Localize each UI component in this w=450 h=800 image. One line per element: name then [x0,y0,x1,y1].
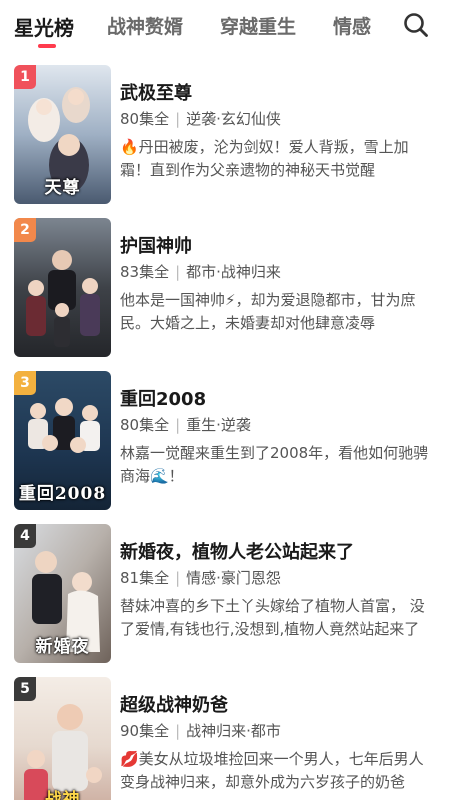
separator: | [175,110,181,128]
drama-meta: 80集全 | 重生·逆袭 [120,414,251,435]
rank-badge: 1 [14,65,36,89]
separator: | [175,569,181,587]
list-item[interactable]: 4 新婚夜 新婚夜，植物人老公站起来了 81集全 | 情感·豪门恩怨 替妹冲喜的乡下… [0,521,450,666]
genre-tags: 战神归来·都市 [186,722,281,740]
drama-description: 💋美女从垃圾堆捡回来一个男人，七年后男人变身战神归来，却意外成为六岁孩子的奶爸 [120,750,424,791]
drama-title[interactable]: 武极至尊 [120,79,192,105]
separator: | [175,263,181,281]
episode-count: 83集全 [120,263,170,281]
cover-image[interactable]: 4 新婚夜 [14,524,111,663]
drama-title[interactable]: 新婚夜，植物人老公站起来了 [120,538,354,564]
genre-tags: 都市·战神归来 [186,263,281,281]
episode-count: 90集全 [120,722,170,740]
cover-image[interactable]: 2 [14,218,111,357]
cover-title-text: 天尊 [44,178,81,198]
rank-badge: 2 [14,218,36,242]
drama-description: 林嘉一觉醒来重生到了2008年，看他如何驰骋商海🌊！ [120,444,429,485]
cover-title-text: 重回2008 [18,484,107,504]
drama-title[interactable]: 超级战神奶爸 [120,691,228,717]
drama-description: 替妹冲喜的乡下土丫头嫁给了植物人首富， 没了爱情,有钱也行,没想到,植物人竟然站… [120,597,425,638]
list-item[interactable]: 5 战神 超级战神奶爸 90集全 | 战神归来·都市 💋美女从垃圾堆捡回来一个男人，… [0,674,450,800]
episode-count: 81集全 [120,569,170,587]
drama-meta: 80集全 | 逆袭·玄幻仙侠 [120,108,281,129]
separator: | [175,416,181,434]
drama-description: 🔥丹田被废，沦为剑奴！爱人背叛，雪上加霜！直到作为父亲遗物的神秘天书觉醒 [120,138,409,179]
rank-badge: 3 [14,371,36,395]
list-item[interactable]: 1 天尊 武极至尊 80集全 | 逆袭·玄幻仙侠 🔥丹田被废，沦为剑奴！爱人背叛，雪… [0,62,450,207]
top-navigation: 星光榜 战神赘婿 穿越重生 情感 [0,0,450,52]
genre-tags: 逆袭·玄幻仙侠 [186,110,281,128]
separator: | [175,722,181,740]
tab-time-travel-rebirth[interactable]: 穿越重生 [220,12,296,39]
genre-tags: 重生·逆袭 [186,416,251,434]
rank-badge: 5 [14,677,36,701]
cover-image[interactable]: 3 重回2008 [14,371,111,510]
tab-romance[interactable]: 情感 [333,12,371,39]
drama-description: 他本是一国神帅⚡，却为爱退隐都市，甘为庶民。大婚之上，未婚妻却对他肆意凌辱 [120,291,416,332]
drama-meta: 90集全 | 战神归来·都市 [120,720,281,741]
drama-title[interactable]: 重回2008 [120,385,206,411]
episode-count: 80集全 [120,416,170,434]
cover-image[interactable]: 5 战神 [14,677,111,800]
rank-badge: 4 [14,524,36,548]
search-icon[interactable] [402,11,430,39]
genre-tags: 情感·豪门恩怨 [186,569,281,587]
active-tab-indicator [38,44,56,48]
cover-title-text: 战神 [44,790,81,800]
drama-meta: 83集全 | 都市·战神归来 [120,261,281,282]
list-item[interactable]: 3 重回2008 重回2008 80集全 | 重生·逆袭 林嘉一觉醒来重生到了200… [0,368,450,513]
tab-war-god-son-in-law[interactable]: 战神赘婿 [107,12,183,39]
drama-title[interactable]: 护国神帅 [120,232,192,258]
drama-meta: 81集全 | 情感·豪门恩怨 [120,567,281,588]
episode-count: 80集全 [120,110,170,128]
cover-image[interactable]: 1 天尊 [14,65,111,204]
cover-title-text: 新婚夜 [35,637,90,657]
tab-star-ranking[interactable]: 星光榜 [14,12,74,41]
list-item[interactable]: 2 护国神帅 83集全 | 都市·战神归来 他本是一国神帅⚡，却为爱退隐都市，甘为庶… [0,215,450,360]
